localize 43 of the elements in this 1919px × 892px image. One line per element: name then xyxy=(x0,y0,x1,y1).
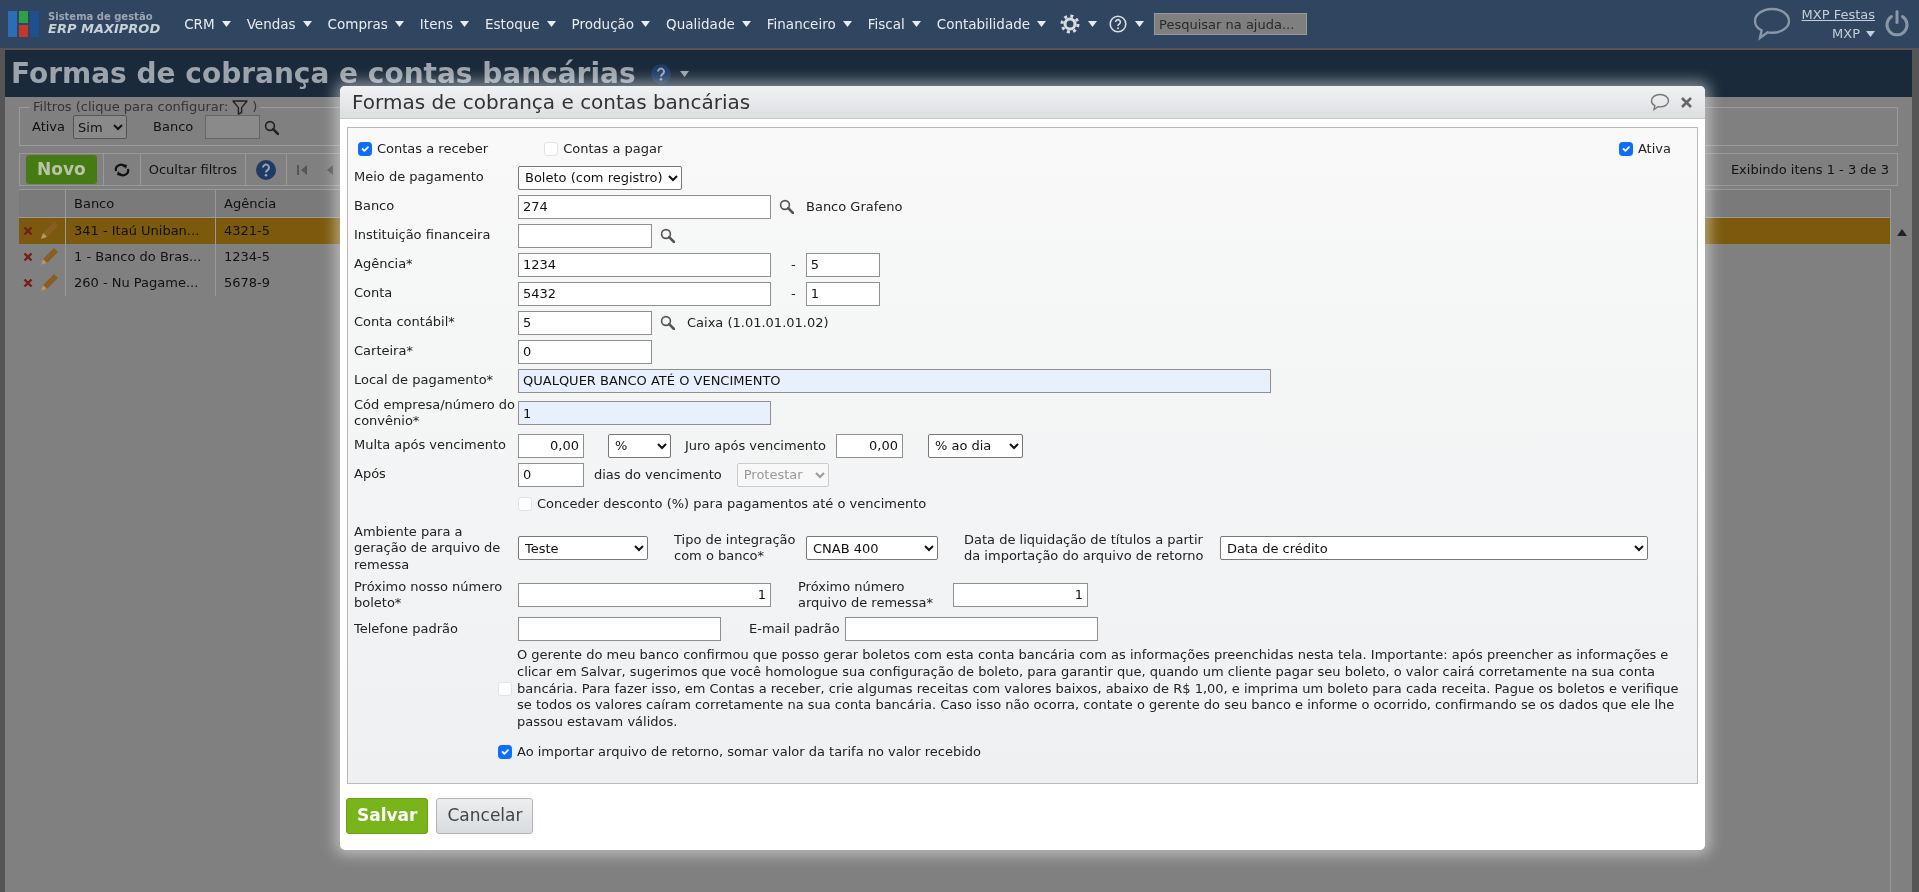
filter-legend: ) xyxy=(252,99,258,115)
dialog-title: Formas de cobrança e contas bancárias xyxy=(352,89,752,116)
checkbox-label: Conceder desconto (%) para pagamentos até o vencimento xyxy=(537,494,927,513)
lookup-text: Banco Grafeno xyxy=(806,197,903,216)
field-label: Juro após vencimento xyxy=(685,436,826,455)
table-cell: 260 - Nu Pagame... xyxy=(66,270,216,296)
logo-subtitle: Sistema de gestão xyxy=(48,11,154,23)
field-label: Conta xyxy=(354,285,394,302)
field-label: Meio de pagamento xyxy=(354,169,485,186)
page-title: Formas de cobrança e contas bancárias xyxy=(11,55,636,92)
field-label: Próximo número arquivo de remessa* xyxy=(798,578,935,611)
field-label: Agência* xyxy=(354,256,414,273)
pager-info: Exibindo itens 1 - 3 de 3 xyxy=(1730,160,1889,179)
field-label: Multa após vencimento xyxy=(354,437,507,454)
field-label: Tipo de integração com o banco* xyxy=(674,532,797,565)
checkbox-label: Contas a receber xyxy=(377,139,489,158)
field-label: Telefone padrão xyxy=(354,620,459,637)
field-label: Local de pagamento* xyxy=(354,372,495,389)
field-label: Ambiente para a geração de arquivo de remessa xyxy=(354,524,502,573)
separator-text: - xyxy=(791,255,796,274)
field-label: Conta contábil* xyxy=(354,314,456,331)
filter-label: Banco xyxy=(153,118,194,137)
checkbox-label: Ativa xyxy=(1637,139,1671,158)
lookup-text: Caixa (1.01.01.01.02) xyxy=(687,313,829,332)
field-label: Carteira* xyxy=(354,343,414,360)
confirmation-text: O gerente do meu banco confirmou que posso gerar boletos com esta conta bancária com as informações preenchidas nesta tela. Importante: após preencher as informações e clicar em Salvar, sugerimos que você homologue sua configuração de boleto, para garantir que, quando um cliente pagar seu boleto, o valor cairá corretamente na sua conta bancária. Para fazer isso, em Contas a receber, crie algumas receitas com valores baixos, abaixo de R$ 1,00, e imprima um boleto para cada receita. Pague os boletos e verifique se todos os valores caíram corretamente na sua conta bancária. Caso isso não ocorra, contate o gerente do seu banco e informe o ocorrido, confirmando se os dados que ele lhe passou estavam válidos. xyxy=(517,646,1680,732)
table-cell: 341 - Itaú Uniban... xyxy=(66,218,216,244)
column-header: Banco xyxy=(66,190,216,217)
field-text: dias do vencimento xyxy=(594,465,722,484)
field-label: Instituição financeira xyxy=(354,227,492,244)
separator-text: - xyxy=(791,284,796,303)
field-label: E-mail padrão xyxy=(749,620,840,638)
field-label: Banco xyxy=(354,198,396,215)
logo-title: ERP MAXIPROD xyxy=(48,22,161,37)
field-label: Próximo nosso número boleto* xyxy=(354,578,504,611)
table-cell: 1 - Banco do Bras... xyxy=(66,244,216,270)
field-label: Cód empresa/número do convênio* xyxy=(354,396,516,430)
field-label: Após xyxy=(354,466,387,483)
filter-legend: Filtros (clique para configurar: xyxy=(33,99,229,115)
filter-label: Ativa xyxy=(32,118,66,137)
checkbox-label: Ao importar arquivo de retorno, somar valor da tarifa no valor recebido xyxy=(517,742,982,761)
field-label: Data de liquidação de títulos a partir da importação do arquivo de retorno xyxy=(964,532,1205,565)
checkbox-label: Contas a pagar xyxy=(563,139,663,158)
